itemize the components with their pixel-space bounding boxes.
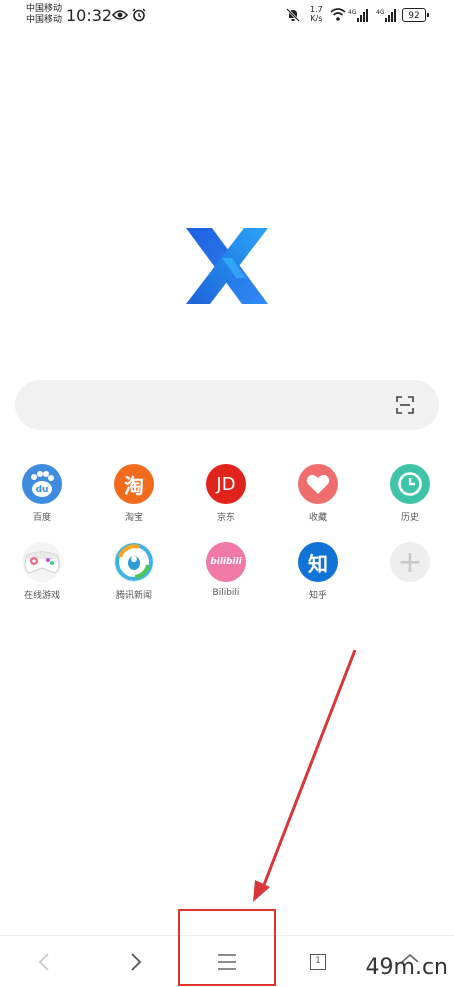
shortcut-taobao[interactable]: 淘 淘宝 <box>104 464 164 523</box>
tabs-icon: 1 <box>310 953 326 970</box>
shortcut-label: 百度 <box>32 513 51 523</box>
shortcut-online-games[interactable]: 在线游戏 <box>12 542 72 601</box>
taobao-icon: 淘 <box>114 464 154 504</box>
wifi-icon <box>330 8 346 21</box>
mute-bell-icon <box>286 8 300 22</box>
shortcut-jd[interactable]: JD 京东 <box>196 464 256 523</box>
shortcut-label: Bilibili <box>212 588 240 598</box>
shortcut-label: 收藏 <box>308 513 327 523</box>
shortcut-add[interactable]: + <box>380 542 440 588</box>
tabs-button[interactable]: 1 <box>288 936 348 987</box>
shortcut-baidu[interactable]: du 百度 <box>12 464 72 523</box>
carrier-info: 中国移动 中国移动 <box>26 4 62 26</box>
shortcut-bilibili[interactable]: bilibili Bilibili <box>196 542 256 598</box>
scan-qr-icon[interactable] <box>395 395 415 415</box>
baidu-glyph: du <box>36 485 49 495</box>
cellular-signal-icon: 4G <box>348 9 368 22</box>
back-button[interactable] <box>14 936 74 987</box>
carrier-1: 中国移动 <box>26 4 63 14</box>
clock-icon <box>390 464 430 504</box>
carrier-2: 中国移动 <box>26 15 63 25</box>
heart-icon <box>298 464 338 504</box>
gamepad-icon <box>22 542 62 582</box>
chevron-right-icon <box>131 952 142 971</box>
sig1-label: 4G <box>348 9 357 16</box>
status-bar: 中国移动 中国移动 10:32 1.7 K/s 4G 4G 92 <box>0 0 454 34</box>
tencent-news-icon <box>114 542 154 582</box>
cellular-signal-2-icon: 4G <box>376 9 396 22</box>
shortcut-label: 历史 <box>400 513 419 523</box>
eye-icon <box>112 10 128 20</box>
network-speed: 1.7 K/s <box>310 5 323 23</box>
network-speed-unit: K/s <box>310 14 323 23</box>
add-icon: + <box>390 542 430 582</box>
shortcut-tencent-news[interactable]: 腾讯新闻 <box>104 542 164 601</box>
shortcut-label: 知乎 <box>308 591 327 601</box>
shortcut-label: 腾讯新闻 <box>115 591 152 601</box>
bilibili-icon: bilibili <box>206 542 246 582</box>
alarm-icon <box>132 8 146 22</box>
browser-logo-icon <box>186 228 268 304</box>
shortcut-favorites[interactable]: 收藏 <box>288 464 348 523</box>
shortcut-zhihu[interactable]: 知 知乎 <box>288 542 348 601</box>
sig2-label: 4G <box>376 9 385 16</box>
shortcut-label: 京东 <box>216 513 235 523</box>
watermark-text: 49m.cn <box>365 955 448 980</box>
battery-indicator: 92 <box>402 8 429 22</box>
menu-highlight-box <box>178 909 276 986</box>
jd-icon: JD <box>206 464 246 504</box>
clock: 10:32 <box>66 6 113 25</box>
baidu-icon: du <box>22 464 62 504</box>
network-speed-value: 1.7 <box>310 5 323 14</box>
shortcut-history[interactable]: 历史 <box>380 464 440 523</box>
shortcut-label: 淘宝 <box>124 513 143 523</box>
search-bar[interactable] <box>15 380 439 430</box>
zhihu-icon: 知 <box>298 542 338 582</box>
chevron-left-icon <box>38 952 49 971</box>
forward-button[interactable] <box>106 936 166 987</box>
shortcut-label: 在线游戏 <box>23 591 60 601</box>
